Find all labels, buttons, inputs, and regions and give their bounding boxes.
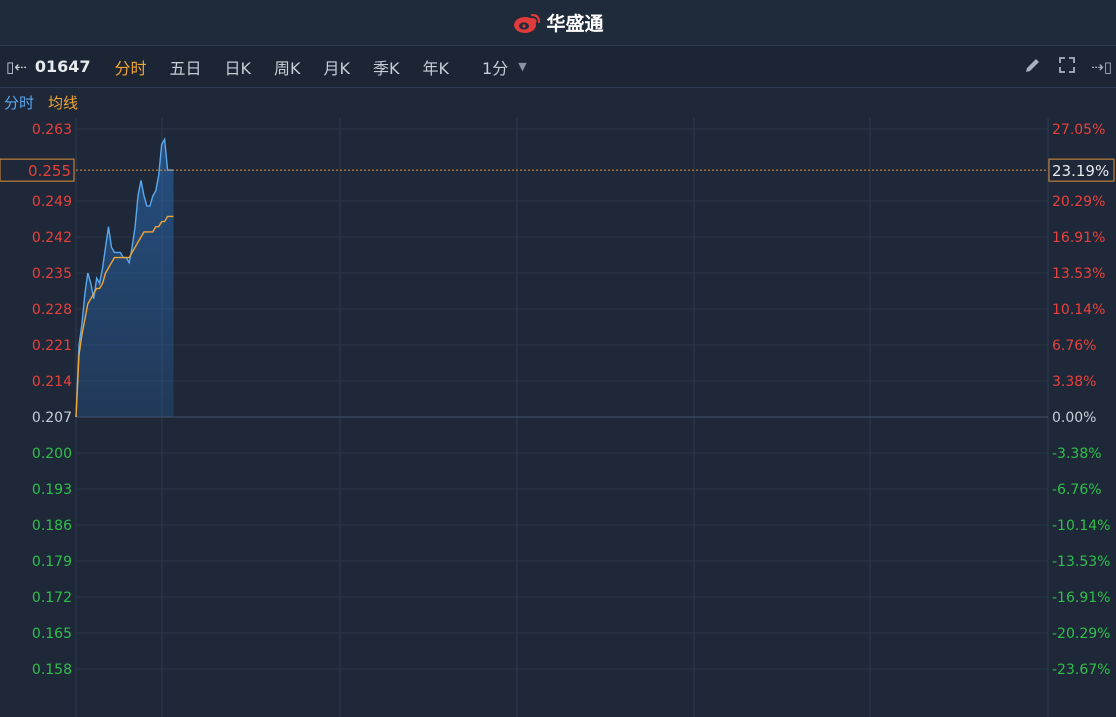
y-tick-right: -10.14%: [1052, 518, 1110, 534]
y-tick-right: 16.91%: [1052, 230, 1105, 246]
y-tick-left: 0.263: [32, 122, 72, 138]
y-tick-left: 0.235: [32, 266, 72, 282]
y-tick-right: 27.05%: [1052, 122, 1105, 138]
y-tick-left: 0.179: [32, 554, 72, 570]
y-tick-right: -3.38%: [1052, 446, 1102, 462]
y-tick-left: 0.207: [32, 410, 72, 426]
price-area-fill: [76, 139, 174, 418]
y-tick-right: -6.76%: [1052, 482, 1102, 498]
y-tick-right: 6.76%: [1052, 338, 1096, 354]
y-tick-right: -23.67%: [1052, 662, 1110, 678]
current-change-label: 23.19%: [1052, 162, 1109, 180]
current-price-label: 0.255: [28, 162, 71, 180]
y-tick-right: 13.53%: [1052, 266, 1105, 282]
y-tick-left: 0.242: [32, 230, 72, 246]
y-tick-left: 0.165: [32, 626, 72, 642]
y-tick-right: 3.38%: [1052, 374, 1096, 390]
y-tick-left: 0.221: [32, 338, 72, 354]
y-tick-left: 0.228: [32, 302, 72, 318]
y-tick-right: -20.29%: [1052, 626, 1110, 642]
y-tick-right: -13.53%: [1052, 554, 1110, 570]
y-tick-left: 0.200: [32, 446, 72, 462]
intraday-chart: 0.263 27.05% 0.249 20.29% 0.242 16.91% 0.235 13…: [0, 118, 1115, 717]
y-tick-right: 20.29%: [1052, 194, 1105, 210]
y-tick-right: 10.14%: [1052, 302, 1105, 318]
y-tick-left: 0.214: [32, 374, 72, 390]
y-tick-left: 0.172: [32, 590, 72, 606]
y-tick-right: -16.91%: [1052, 590, 1110, 606]
y-tick-left: 0.158: [32, 662, 72, 678]
series-layer: [75, 137, 174, 418]
y-tick-left: 0.249: [32, 194, 72, 210]
y-tick-left: 0.193: [32, 482, 72, 498]
y-tick-left: 0.186: [32, 518, 72, 534]
grid-layer: [75, 118, 1049, 717]
y-tick-right: 0.00%: [1052, 410, 1096, 426]
